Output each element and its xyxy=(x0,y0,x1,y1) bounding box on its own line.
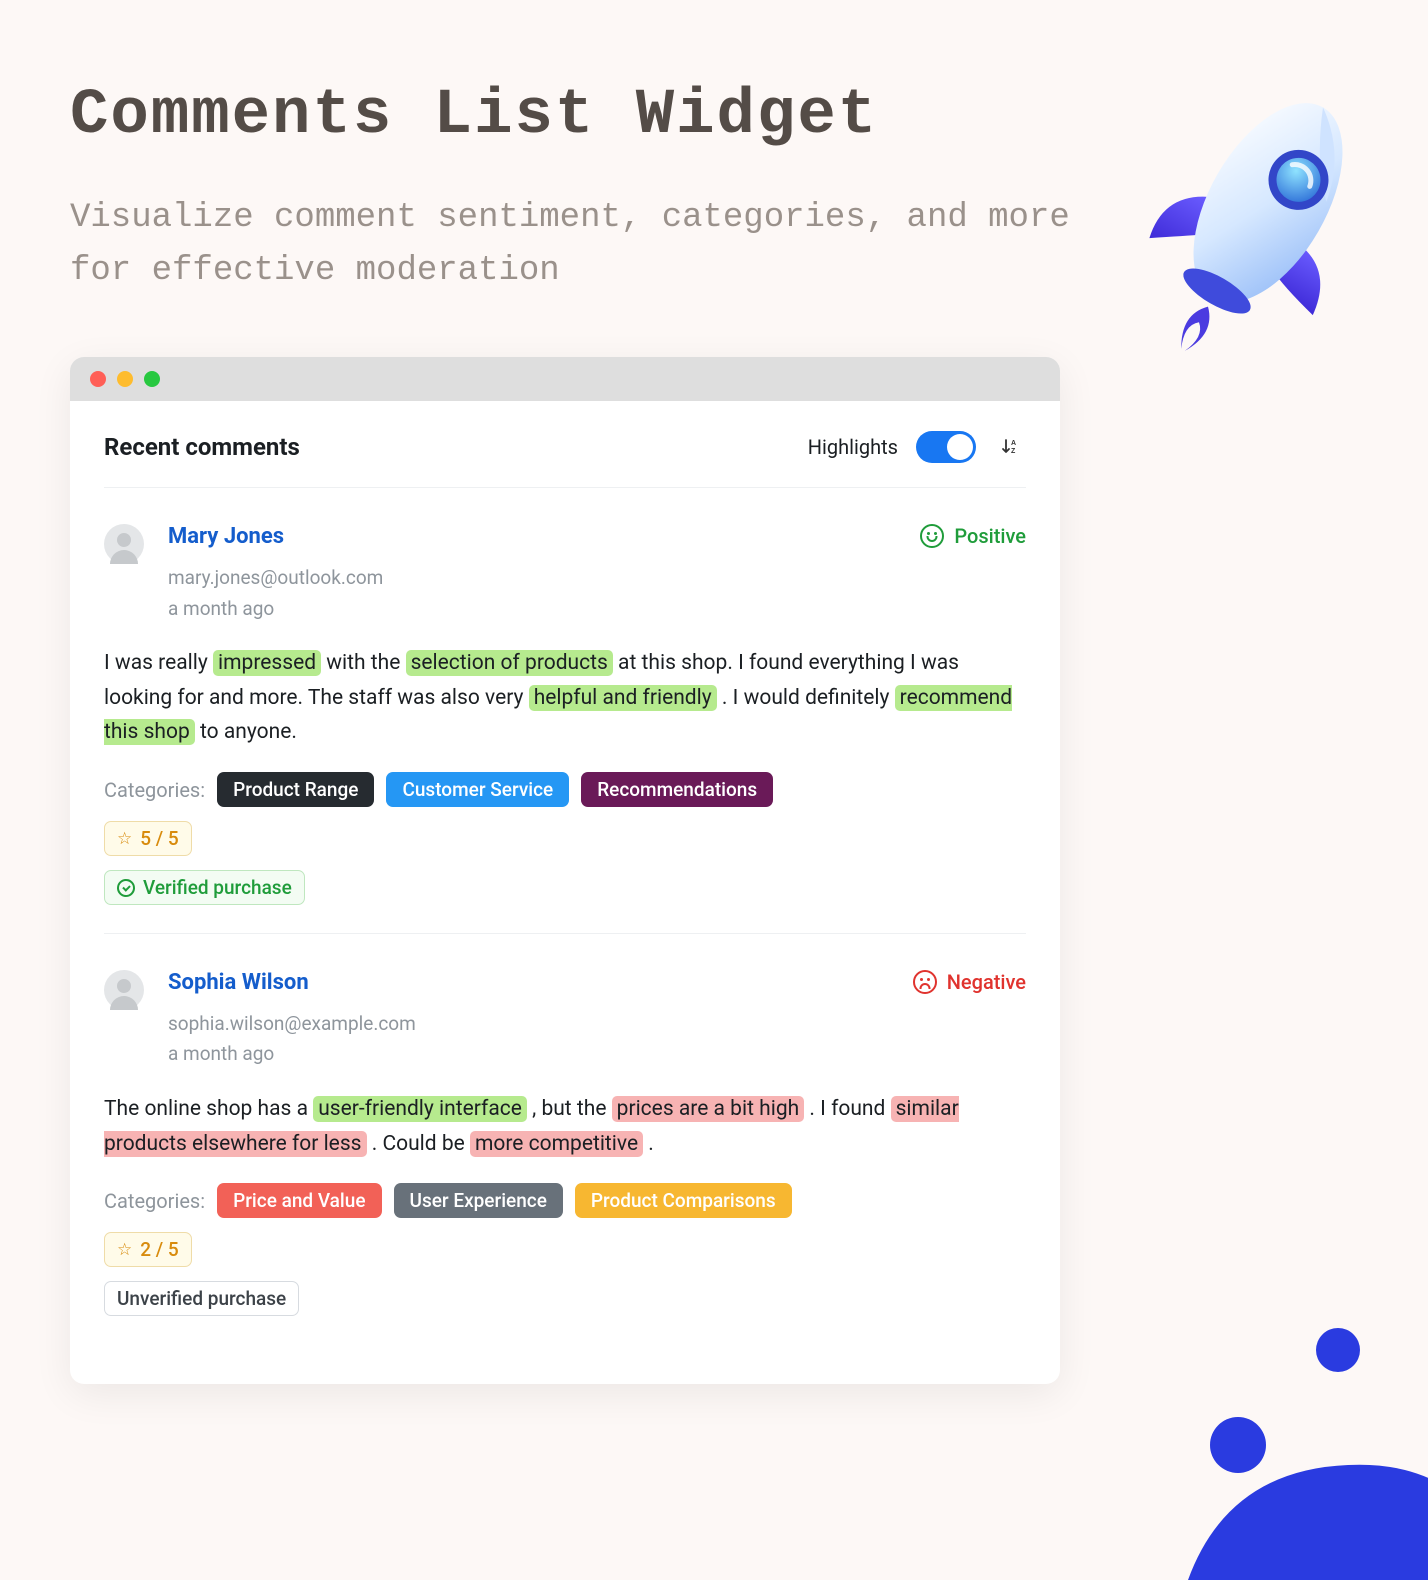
zoom-dot[interactable] xyxy=(144,371,160,387)
highlights-toggle[interactable] xyxy=(916,431,976,463)
svg-text:A: A xyxy=(1011,440,1016,447)
comment-time: a month ago xyxy=(168,594,920,624)
highlight-span: prices are a bit high xyxy=(612,1096,805,1122)
close-dot[interactable] xyxy=(90,371,106,387)
text-span: . xyxy=(643,1132,654,1156)
comments-window: Recent comments Highlights A Z Mary Jone… xyxy=(70,357,1060,1384)
sentiment-text: Negative xyxy=(947,970,1026,994)
verification-badge: Verified purchase xyxy=(104,870,305,905)
panel-title: Recent comments xyxy=(104,433,300,461)
minimize-dot[interactable] xyxy=(117,371,133,387)
page-subtitle: Visualize comment sentiment, categories,… xyxy=(70,192,1070,297)
comment-time: a month ago xyxy=(168,1039,913,1069)
highlight-span: user-friendly interface xyxy=(313,1096,527,1122)
category-pill[interactable]: Product Range xyxy=(217,772,374,807)
sort-button[interactable]: A Z xyxy=(994,433,1026,461)
text-span: The online shop has a xyxy=(104,1097,313,1121)
category-pill[interactable]: Customer Service xyxy=(386,772,569,807)
category-pill[interactable]: Product Comparisons xyxy=(575,1183,792,1218)
category-pill[interactable]: Recommendations xyxy=(581,772,773,807)
decorative-blob xyxy=(1068,1280,1428,1580)
categories-label: Categories: xyxy=(104,1189,205,1213)
text-span: with the xyxy=(321,651,406,675)
comment-body: I was really impressed with the selectio… xyxy=(104,646,1026,750)
verification-text: Unverified purchase xyxy=(117,1287,286,1310)
verification-text: Verified purchase xyxy=(143,876,292,899)
rating-text: 5 / 5 xyxy=(140,827,178,850)
text-span: to anyone. xyxy=(195,720,297,744)
highlights-label: Highlights xyxy=(808,435,898,459)
page-title: Comments List Widget xyxy=(70,80,1358,152)
category-pill[interactable]: Price and Value xyxy=(217,1183,381,1218)
text-span: . I would definitely xyxy=(717,686,895,710)
sentiment-text: Positive xyxy=(954,524,1026,548)
frown-icon xyxy=(913,970,937,994)
avatar xyxy=(104,524,144,564)
verification-badge: Unverified purchase xyxy=(104,1281,299,1316)
highlight-span: more competitive xyxy=(470,1131,643,1157)
avatar xyxy=(104,970,144,1010)
sentiment-badge: Positive xyxy=(920,524,1026,548)
highlight-span: selection of products xyxy=(406,650,613,676)
text-span: . Could be xyxy=(367,1132,470,1156)
comment-item: Mary Jones mary.jones@outlook.coma month … xyxy=(104,488,1026,934)
comment-item: Sophia Wilson sophia.wilson@example.coma … xyxy=(104,934,1026,1344)
author-email: mary.jones@outlook.com xyxy=(168,563,920,593)
svg-text:Z: Z xyxy=(1011,448,1016,455)
text-span: I was really xyxy=(104,651,213,675)
rating-badge: ☆ 5 / 5 xyxy=(104,821,192,856)
sentiment-badge: Negative xyxy=(913,970,1026,994)
category-pill[interactable]: User Experience xyxy=(394,1183,563,1218)
smile-icon xyxy=(920,524,944,548)
comment-body: The online shop has a user-friendly inte… xyxy=(104,1092,1026,1161)
text-span: . I found xyxy=(804,1097,890,1121)
star-icon: ☆ xyxy=(117,1240,132,1260)
categories-label: Categories: xyxy=(104,778,205,802)
rating-badge: ☆ 2 / 5 xyxy=(104,1232,192,1267)
star-icon: ☆ xyxy=(117,829,132,849)
author-name[interactable]: Sophia Wilson xyxy=(168,970,913,995)
author-name[interactable]: Mary Jones xyxy=(168,524,920,549)
text-span: , but the xyxy=(527,1097,612,1121)
window-titlebar xyxy=(70,357,1060,401)
author-email: sophia.wilson@example.com xyxy=(168,1009,913,1039)
highlight-span: helpful and friendly xyxy=(529,685,717,711)
rating-text: 2 / 5 xyxy=(140,1238,178,1261)
check-circle-icon xyxy=(117,879,135,897)
highlight-span: impressed xyxy=(213,650,321,676)
